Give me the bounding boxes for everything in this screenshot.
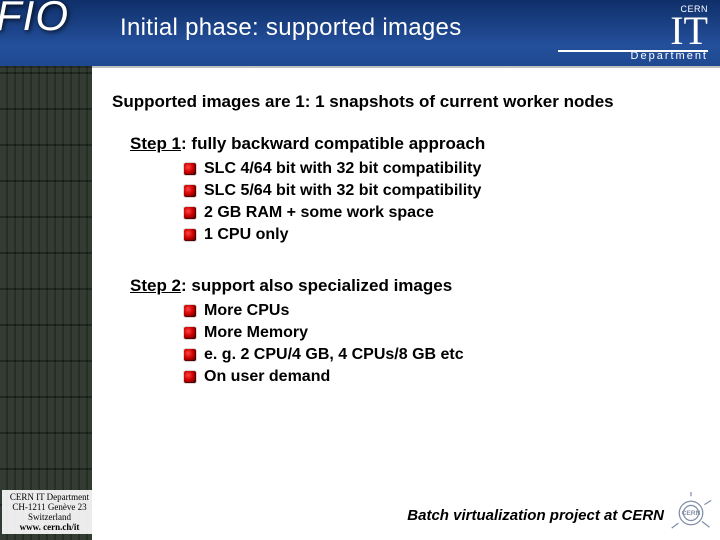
step2-bullets: More CPUs More Memory e. g. 2 CPU/4 GB, … — [184, 300, 700, 388]
step1-block: Step 1: fully backward compatible approa… — [130, 134, 700, 246]
footer-caption-text: Batch virtualization project at CERN — [407, 507, 664, 524]
bullet-text: More Memory — [204, 322, 308, 344]
bullet-text: 1 CPU only — [204, 224, 288, 246]
bullet-text: SLC 4/64 bit with 32 bit compatibility — [204, 158, 481, 180]
bullet-icon — [184, 185, 196, 197]
bullet-icon — [184, 349, 196, 361]
bullet-icon — [184, 371, 196, 383]
svg-text:CERN: CERN — [681, 510, 700, 517]
footer-caption: Batch virtualization project at CERN — [407, 507, 664, 524]
step1-bullets: SLC 4/64 bit with 32 bit compatibility S… — [184, 158, 700, 246]
step2-rest: : support also specialized images — [181, 276, 452, 295]
addr-line: CH-1211 Genève 23 — [2, 502, 97, 512]
page-title: Initial phase: supported images — [120, 14, 462, 42]
list-item: More Memory — [184, 322, 700, 344]
step1-rest: : fully backward compatible approach — [181, 134, 485, 153]
left-photo-strip — [0, 0, 92, 540]
bullet-icon — [184, 229, 196, 241]
cern-it-logo: CERN IT Department — [558, 4, 708, 62]
cern-logo-icon: CERN — [670, 492, 712, 534]
list-item: 1 CPU only — [184, 224, 700, 246]
list-item: e. g. 2 CPU/4 GB, 4 CPUs/8 GB etc — [184, 344, 700, 366]
list-item: 2 GB RAM + some work space — [184, 202, 700, 224]
step1-label: Step 1 — [130, 134, 181, 153]
slide: FIO Initial phase: supported images CERN… — [0, 0, 720, 540]
bullet-text: On user demand — [204, 366, 330, 388]
intro-text: Supported images are 1: 1 snapshots of c… — [112, 92, 700, 112]
addr-line: Switzerland — [2, 512, 97, 522]
bullet-icon — [184, 207, 196, 219]
step2-title: Step 2: support also specialized images — [130, 276, 700, 296]
bullet-text: 2 GB RAM + some work space — [204, 202, 434, 224]
cern-it-text: IT — [670, 14, 708, 48]
addr-line: CERN IT Department — [2, 492, 97, 502]
list-item: More CPUs — [184, 300, 700, 322]
bullet-text: SLC 5/64 bit with 32 bit compatibility — [204, 180, 481, 202]
bullet-text: More CPUs — [204, 300, 289, 322]
list-item: SLC 5/64 bit with 32 bit compatibility — [184, 180, 700, 202]
bullet-icon — [184, 327, 196, 339]
bullet-icon — [184, 305, 196, 317]
step2-label: Step 2 — [130, 276, 181, 295]
list-item: SLC 4/64 bit with 32 bit compatibility — [184, 158, 700, 180]
content-area: Supported images are 1: 1 snapshots of c… — [112, 92, 700, 418]
list-item: On user demand — [184, 366, 700, 388]
addr-line-url: www. cern.ch/it — [2, 522, 97, 532]
step2-block: Step 2: support also specialized images … — [130, 276, 700, 388]
step1-title: Step 1: fully backward compatible approa… — [130, 134, 700, 154]
fio-logo: FIO — [0, 0, 69, 40]
footer-address: CERN IT Department CH-1211 Genève 23 Swi… — [2, 490, 97, 534]
bullet-text: e. g. 2 CPU/4 GB, 4 CPUs/8 GB etc — [204, 344, 464, 366]
bullet-icon — [184, 163, 196, 175]
cern-dept-text: Department — [558, 50, 708, 62]
